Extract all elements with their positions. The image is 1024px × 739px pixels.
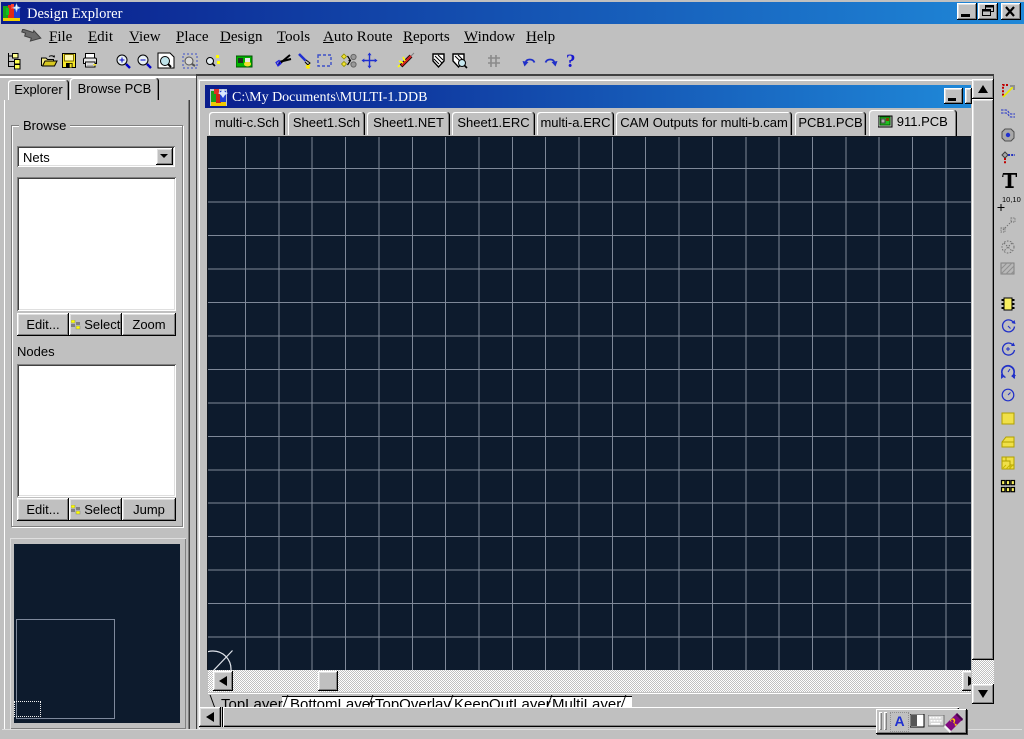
svg-text:10,10: 10,10 xyxy=(1002,195,1021,204)
